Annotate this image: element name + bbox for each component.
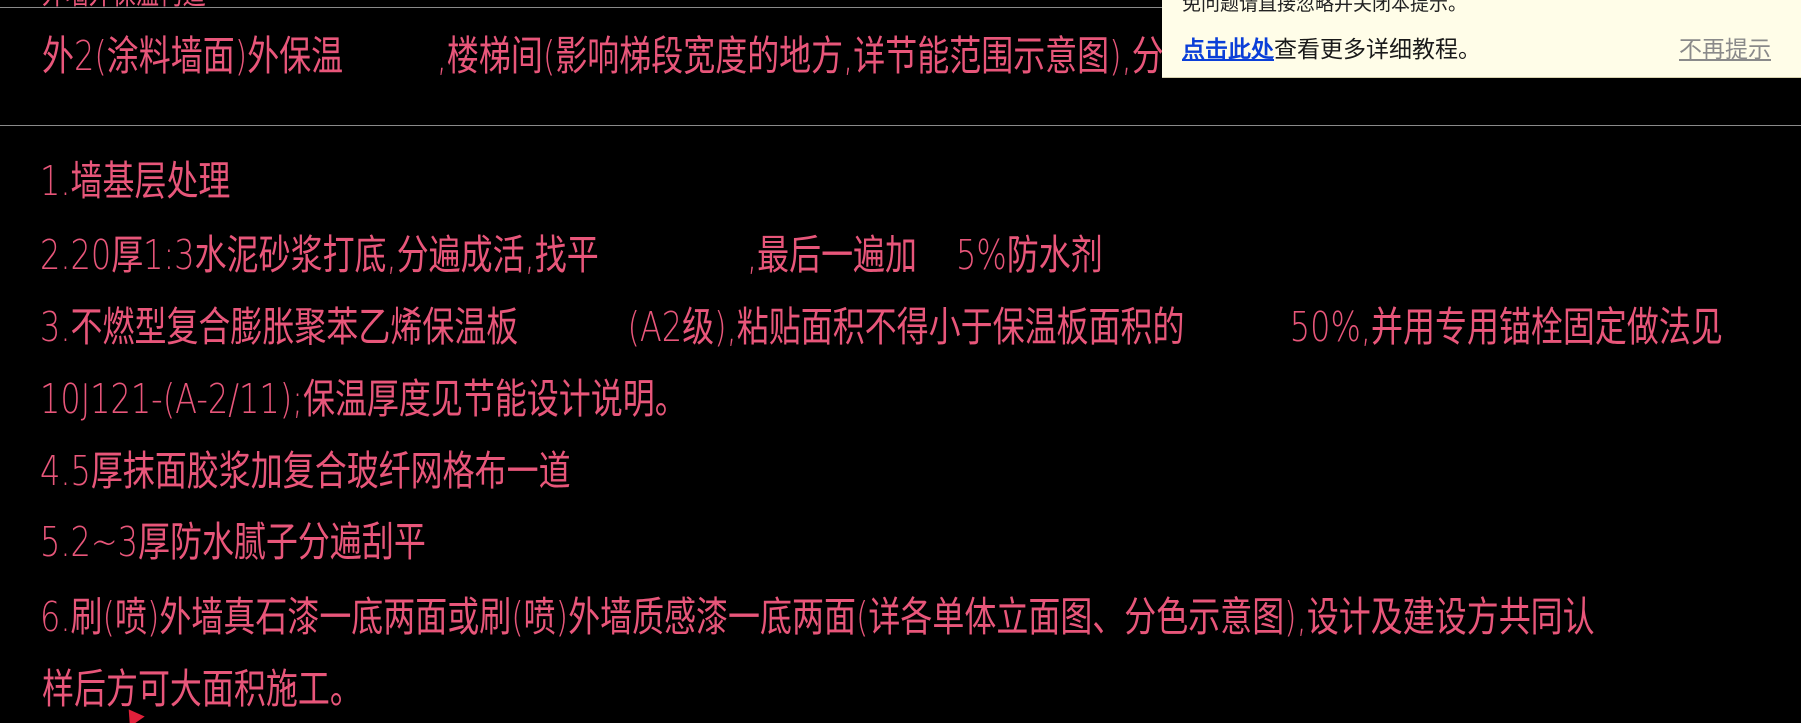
cad-drawing-canvas[interactable]: 外墙外保温构造 外2(涂料墙面)外保温,楼梯间(影响梯段宽度的地方,详节能范围示…	[0, 0, 1801, 723]
header-part1: 外2(涂料墙面)外保温	[42, 32, 344, 80]
notification-message: 查看更多详细教程。	[1274, 37, 1481, 63]
spec-line-1: 1.墙基层处理	[40, 157, 231, 205]
spec-line-5: 4.5厚抹面胶浆加复合玻纤网格布一道	[40, 447, 571, 495]
notification-cut-text: 免问题请直接忽略并关闭本提示。	[1182, 0, 1468, 15]
spec-line-7: 6.刷(喷)外墙真石漆一底两面或刷(喷)外墙质感漆一底两面(详各单体立面图、分色…	[40, 593, 1595, 641]
notification-bar: 免问题请直接忽略并关闭本提示。 点击此处查看更多详细教程。 不再提示	[1162, 0, 1801, 78]
spec-line-8: 样后方可大面积施工。	[42, 665, 362, 713]
tutorial-link[interactable]: 点击此处	[1182, 37, 1274, 63]
spec-line-6: 5.2~3厚防水腻子分遍刮平	[40, 518, 426, 566]
spec-line-4: 10J121-(A-2/11);保温厚度见节能设计说明。	[40, 375, 687, 423]
notification-row: 点击此处查看更多详细教程。	[1182, 30, 1481, 64]
partial-top-text: 外墙外保温构造	[42, 0, 206, 10]
dismiss-button[interactable]: 不再提示	[1679, 30, 1771, 64]
spec-line-3: 3.不燃型复合膨胀聚苯乙烯保温板 (A2级),粘贴面积不得小于保温板面积的 50%,…	[40, 303, 1723, 351]
divider-header	[0, 125, 1801, 126]
spec-line-2: 2.20厚1:3水泥砂浆打底,分遍成活,找平 ,最后一遍加 5%防水剂	[40, 231, 1103, 279]
